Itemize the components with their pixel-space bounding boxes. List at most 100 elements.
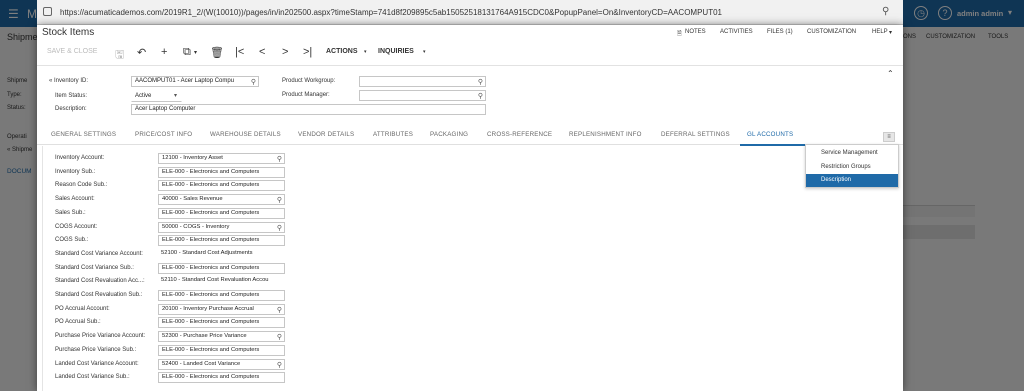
gl-account-value: 40000 - Sales Revenue [162, 196, 223, 202]
inquiries-menu[interactable]: INQUIRIES [378, 48, 414, 55]
gl-field-label: Landed Cost Variance Account: [55, 361, 139, 367]
gl-field-label: PO Accrual Sub.: [55, 319, 101, 325]
dropdown-item-restriction-groups[interactable]: Restriction Groups [806, 161, 898, 174]
dropdown-item-service-management[interactable]: Service Management [806, 147, 898, 160]
product-manager-label: Product Manager: [282, 92, 330, 98]
dropdown-item-description[interactable]: Description [806, 174, 898, 187]
help-link[interactable]: HELP [872, 29, 888, 35]
gl-field-label: COGS Sub.: [55, 237, 89, 243]
gl-account-field[interactable]: 52300 - Purchase Price Variance ⚲ [158, 331, 285, 342]
actions-menu[interactable]: ACTIONS [326, 48, 358, 55]
gl-account-field[interactable]: ELE-000 - Electronics and Computers [158, 290, 285, 301]
inventory-id-field[interactable]: AACOMPUT01 - Acer Laptop Compu ⚲ [131, 76, 259, 87]
add-icon[interactable]: + [161, 46, 167, 58]
gl-account-field[interactable]: ELE-000 - Electronics and Computers [158, 235, 285, 246]
next-record-icon[interactable]: > [282, 46, 288, 58]
gl-field-label: Purchase Price Variance Account: [55, 333, 146, 339]
files-link[interactable]: FILES (1) [767, 29, 793, 35]
gl-account-field[interactable]: 20100 - Inventory Purchase Accrual ⚲ [158, 304, 285, 315]
toolbar: SAVE & CLOSE 🖫 ↶ + ⧉ ▾ 🗑 |< < > >| ACTIO… [37, 43, 903, 65]
item-status-select[interactable]: Active ▾ [131, 91, 182, 102]
customization-link[interactable]: CUSTOMIZATION [807, 29, 856, 35]
activities-link[interactable]: ACTIVITIES [720, 29, 753, 35]
search-icon[interactable]: ⚲ [277, 333, 282, 341]
search-icon[interactable]: ⚲ [277, 155, 282, 163]
tab-attributes[interactable]: ATTRIBUTES [373, 131, 413, 138]
gl-field-label: Purchase Price Variance Sub.: [55, 347, 137, 353]
notes-icon[interactable]: 🗎 [677, 29, 682, 39]
item-status-label: Item Status: [55, 93, 88, 99]
stock-items-popup: Stock Items 🗎 NOTES ACTIVITIES FILES (1)… [37, 25, 903, 391]
gl-account-field[interactable]: ELE-000 - Electronics and Computers [158, 345, 285, 356]
tab-warehouse-details[interactable]: WAREHOUSE DETAILS [210, 131, 281, 138]
gl-account-value: ELE-000 - Electronics and Computers [162, 374, 260, 380]
tab-general-settings[interactable]: GENERAL SETTINGS [51, 131, 116, 138]
save-close-button[interactable]: SAVE & CLOSE [47, 48, 97, 55]
gl-account-field[interactable]: ELE-000 - Electronics and Computers [158, 263, 285, 274]
notes-link[interactable]: NOTES [685, 29, 706, 35]
gl-account-value: ELE-000 - Electronics and Computers [162, 319, 260, 325]
gl-account-field[interactable]: ELE-000 - Electronics and Computers [158, 180, 285, 191]
search-icon[interactable]: ⚲ [251, 78, 256, 86]
search-icon[interactable]: ⚲ [277, 224, 282, 232]
url-text[interactable]: https://acumaticademos.com/2019R1_2/(W(1… [60, 8, 722, 17]
gl-account-field[interactable]: 52110 - Standard Cost Revaluation Accou [158, 276, 285, 287]
gl-account-value: ELE-000 - Electronics and Computers [162, 265, 260, 271]
copy-icon[interactable]: ⧉ [183, 46, 191, 59]
browser-address-bar: https://acumaticademos.com/2019R1_2/(W(1… [37, 0, 903, 25]
tab-vendor-details[interactable]: VENDOR DETAILS [298, 131, 354, 138]
gl-account-field[interactable]: 40000 - Sales Revenue ⚲ [158, 194, 285, 205]
search-icon[interactable]: ⚲ [277, 196, 282, 204]
search-icon[interactable]: ⚲ [478, 92, 483, 100]
last-record-icon[interactable]: >| [303, 46, 312, 58]
gl-account-field[interactable]: ELE-000 - Electronics and Computers [158, 167, 285, 178]
search-icon[interactable]: ⚲ [277, 306, 282, 314]
gl-field-label: PO Accrual Account: [55, 306, 110, 312]
save-icon[interactable]: 🖫 [115, 46, 124, 65]
undo-icon[interactable]: ↶ [137, 46, 146, 59]
gl-account-value: 52110 - Standard Cost Revaluation Accou [161, 277, 269, 283]
divider [37, 65, 903, 66]
lock-icon [43, 7, 52, 16]
product-workgroup-field[interactable]: ⚲ [359, 76, 486, 87]
gl-account-field[interactable]: ELE-000 - Electronics and Computers [158, 208, 285, 219]
tab-gl-accounts[interactable]: GL ACCOUNTS [747, 131, 793, 138]
description-field[interactable]: Acer Laptop Computer [131, 104, 486, 115]
tab-overflow-dropdown: Service Management Restriction Groups De… [805, 144, 899, 188]
zoom-icon[interactable]: ⚲ [882, 6, 889, 17]
gl-account-field[interactable]: ELE-000 - Electronics and Computers [158, 317, 285, 328]
gl-account-field[interactable]: 50000 - COGS - Inventory ⚲ [158, 222, 285, 233]
gl-account-value: 20100 - Inventory Purchase Accrual [162, 306, 254, 312]
collapse-icon[interactable]: ⌃ [887, 69, 894, 78]
chevron-down-icon[interactable]: ▾ [364, 49, 367, 55]
product-workgroup-label: Product Workgroup: [282, 78, 336, 84]
chevron-down-icon[interactable]: ▾ [194, 49, 197, 56]
chevron-down-icon[interactable]: ▾ [889, 29, 892, 36]
gl-account-field[interactable]: 52100 - Standard Cost Adjustments [158, 249, 285, 260]
active-tab-indicator [740, 144, 810, 146]
delete-icon[interactable]: 🗑 [210, 46, 224, 59]
product-manager-field[interactable]: ⚲ [359, 90, 486, 101]
first-record-icon[interactable]: |< [235, 46, 244, 58]
search-icon[interactable]: ⚲ [478, 78, 483, 86]
gl-account-value: 52100 - Standard Cost Adjustments [161, 250, 253, 256]
tab-price-cost-info[interactable]: PRICE/COST INFO [135, 131, 192, 138]
tab-config-icon[interactable]: ≡ [883, 132, 895, 142]
chevron-down-icon[interactable]: ▾ [174, 92, 177, 99]
search-icon[interactable]: ⚲ [277, 361, 282, 369]
gl-account-field[interactable]: ELE-000 - Electronics and Computers [158, 372, 285, 383]
gl-account-value: 12100 - Inventory Asset [162, 155, 223, 161]
tab-replenishment-info[interactable]: REPLENISHMENT INFO [569, 131, 642, 138]
gl-account-field[interactable]: 52400 - Landed Cost Variance ⚲ [158, 359, 285, 370]
gl-field-label: Standard Cost Variance Account: [55, 251, 143, 257]
gl-account-field[interactable]: 12100 - Inventory Asset ⚲ [158, 153, 285, 164]
tab-cross-reference[interactable]: CROSS-REFERENCE [487, 131, 552, 138]
gl-account-value: ELE-000 - Electronics and Computers [162, 169, 260, 175]
gl-field-label: Sales Account: [55, 196, 95, 202]
tab-packaging[interactable]: PACKAGING [430, 131, 468, 138]
gl-field-label: Standard Cost Revaluation Acc...: [55, 278, 145, 284]
chevron-down-icon[interactable]: ▾ [423, 49, 426, 55]
previous-record-icon[interactable]: < [259, 46, 265, 58]
tab-deferral-settings[interactable]: DEFERRAL SETTINGS [661, 131, 730, 138]
inventory-id-value: AACOMPUT01 - Acer Laptop Compu [135, 78, 235, 84]
